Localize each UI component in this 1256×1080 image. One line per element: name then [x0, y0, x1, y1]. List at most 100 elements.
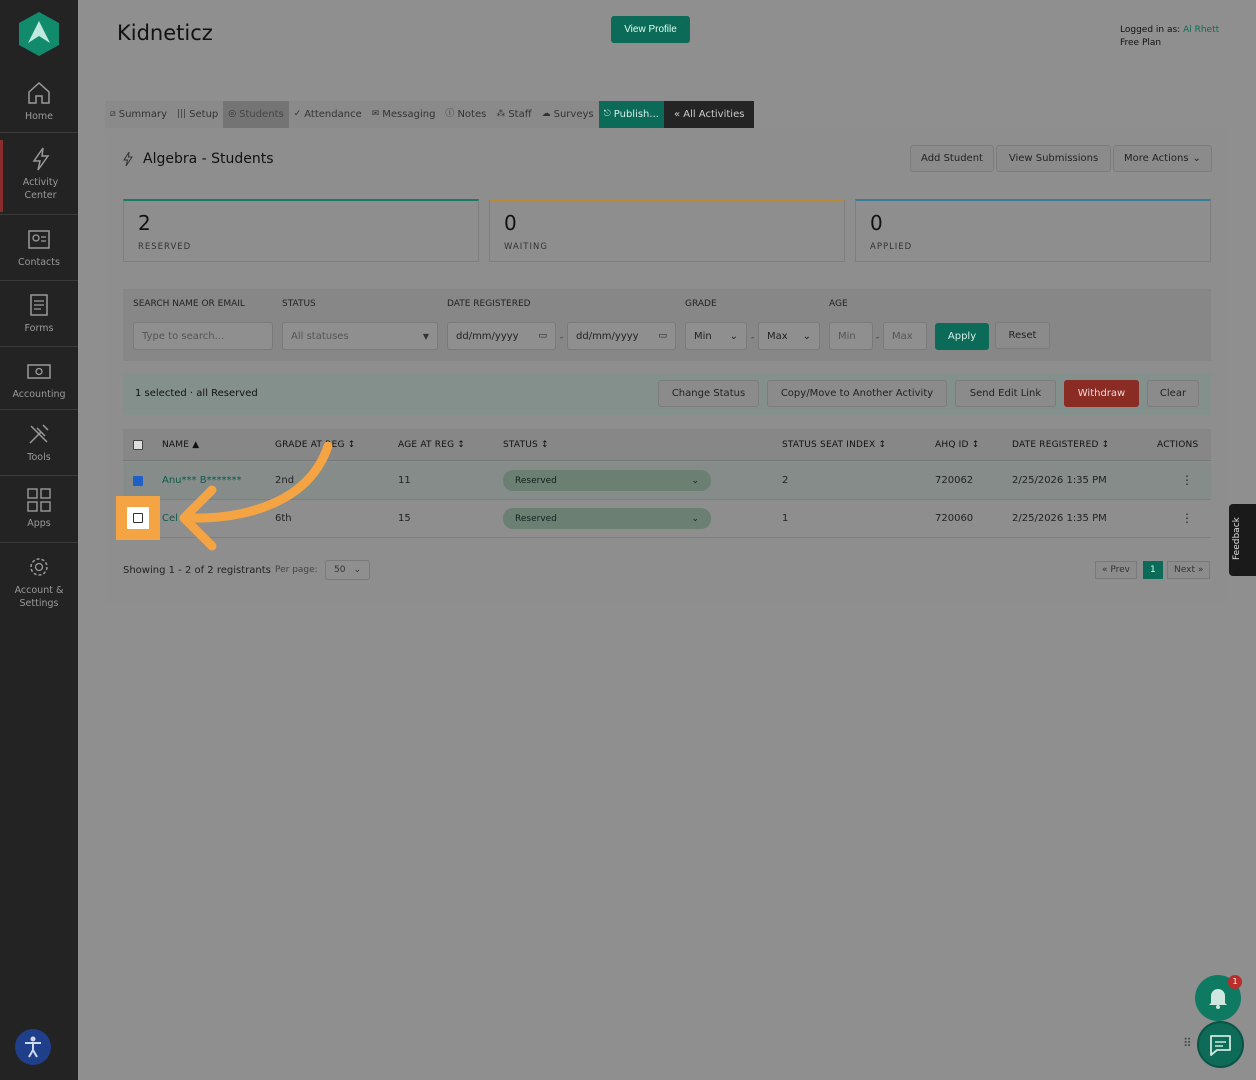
header-status[interactable]: STATUS ↕: [503, 440, 549, 450]
grade-min-value: Min: [694, 330, 712, 342]
tab-label: Publish...: [613, 109, 659, 120]
age-max-input[interactable]: Max: [883, 322, 927, 350]
header-date-registered[interactable]: DATE REGISTERED ↕: [1012, 440, 1109, 450]
tab-attendance[interactable]: ✓ Attendance: [288, 101, 367, 128]
more-actions-button[interactable]: More Actions ⌄: [1113, 145, 1212, 172]
accessibility-icon: [25, 1036, 41, 1058]
send-edit-link-button[interactable]: Send Edit Link: [955, 380, 1056, 407]
header-seat-index[interactable]: STATUS SEAT INDEX ↕: [782, 440, 886, 450]
sidebar-item-account-settings[interactable]: Account & Settings: [0, 554, 78, 610]
applied-card[interactable]: 0 APPLIED: [855, 199, 1211, 262]
status-value: Reserved: [515, 513, 557, 524]
reset-button[interactable]: Reset: [995, 322, 1050, 349]
age-min-input[interactable]: Min: [829, 322, 873, 350]
waiting-card[interactable]: 0 WAITING: [489, 199, 845, 262]
row-checkbox[interactable]: [133, 513, 143, 523]
next-page-button[interactable]: Next »: [1167, 561, 1211, 579]
reserved-count: 2: [138, 211, 151, 235]
status-label: STATUS: [282, 299, 316, 309]
tab-publish[interactable]: ⎋ Publish...: [598, 101, 664, 128]
tab-students[interactable]: ◎ Students: [223, 101, 289, 128]
prev-page-button[interactable]: « Prev: [1095, 561, 1138, 579]
sidebar-item-label: Account & Settings: [14, 585, 64, 609]
date-to-input[interactable]: dd/mm/yyyy ▭: [567, 322, 676, 350]
tab-summary[interactable]: ⧄ Summary: [105, 101, 173, 128]
row-actions-icon[interactable]: ⋮: [1181, 512, 1193, 524]
view-submissions-button[interactable]: View Submissions: [996, 145, 1111, 172]
chevron-down-icon: ⌄: [691, 513, 699, 524]
chat-button[interactable]: [1197, 1021, 1244, 1068]
seat-index-cell: 2: [782, 475, 789, 486]
grade-max-value: Max: [767, 330, 788, 342]
tab-label: Summary: [118, 109, 168, 120]
feedback-tab[interactable]: Feedback: [1229, 504, 1256, 576]
feedback-label: Feedback: [1232, 517, 1242, 560]
tab-notes[interactable]: ⓘ Notes: [440, 101, 492, 128]
sidebar-item-home[interactable]: Home: [0, 80, 78, 123]
tab-all-activities[interactable]: « All Activities: [663, 101, 755, 128]
withdraw-button[interactable]: Withdraw: [1064, 380, 1139, 407]
chevron-down-icon: ⌄: [729, 330, 738, 342]
home-icon: [28, 81, 50, 104]
sidebar-item-activity-center[interactable]: Activity Center: [0, 140, 78, 212]
status-select[interactable]: All statuses ▼: [282, 322, 438, 350]
tab-messaging[interactable]: ✉ Messaging: [366, 101, 441, 128]
grade-max-select[interactable]: Max ⌄: [758, 322, 820, 350]
chevron-down-icon: ⌄: [353, 565, 361, 575]
search-label: SEARCH NAME OR EMAIL: [133, 299, 245, 309]
sidebar-item-contacts[interactable]: Contacts: [0, 226, 78, 269]
copy-move-button[interactable]: Copy/Move to Another Activity: [767, 380, 947, 407]
seat-index-cell: 1: [782, 513, 789, 524]
row-actions-icon[interactable]: ⋮: [1181, 474, 1193, 486]
per-page-select[interactable]: 50 ⌄: [325, 560, 370, 580]
apply-button[interactable]: Apply: [935, 323, 989, 350]
header-actions: ACTIONS: [1157, 440, 1199, 450]
gear-icon: [30, 558, 48, 576]
sidebar-item-forms[interactable]: Forms: [0, 292, 78, 335]
sidebar-item-apps[interactable]: Apps: [0, 487, 78, 530]
clear-button[interactable]: Clear: [1147, 380, 1199, 407]
header-age[interactable]: AGE AT REG ↕: [398, 440, 465, 450]
check-icon: ✓: [293, 109, 302, 119]
status-value: Reserved: [515, 475, 557, 486]
row-checkbox[interactable]: [133, 476, 143, 486]
tab-setup[interactable]: ||| Setup: [172, 101, 224, 128]
info-icon: ⓘ: [445, 109, 455, 119]
tab-surveys[interactable]: ☁ Surveys: [536, 101, 599, 128]
filter-bar: SEARCH NAME OR EMAIL Type to search... S…: [123, 289, 1211, 361]
search-input[interactable]: Type to search...: [133, 322, 273, 350]
tab-label: « All Activities: [673, 109, 745, 120]
sidebar-item-tools[interactable]: Tools: [0, 421, 78, 464]
select-all-checkbox[interactable]: [133, 440, 143, 450]
change-status-button[interactable]: Change Status: [658, 380, 759, 407]
header-ahq-id[interactable]: AHQ ID ↕: [935, 440, 979, 450]
cloud-icon: ☁: [541, 109, 551, 119]
sidebar-item-label: Forms: [24, 323, 54, 334]
tab-staff[interactable]: ⁂ Staff: [491, 101, 537, 128]
status-dropdown[interactable]: Reserved ⌄: [503, 508, 711, 529]
page-1-button[interactable]: 1: [1143, 561, 1163, 579]
age-cell: 11: [398, 475, 411, 486]
search-placeholder: Type to search...: [142, 330, 225, 342]
sidebar-item-label: Apps: [27, 518, 51, 529]
drag-handle-icon[interactable]: ⠿: [1183, 1037, 1193, 1049]
sidebar-item-label: Home: [24, 111, 54, 122]
grade-min-select[interactable]: Min ⌄: [685, 322, 747, 350]
staff-icon: ⁂: [496, 109, 506, 119]
sidebar-item-accounting[interactable]: Accounting: [0, 358, 78, 401]
status-dropdown[interactable]: Reserved ⌄: [503, 470, 711, 491]
age-cell: 15: [398, 513, 411, 524]
more-actions-label: More Actions: [1124, 153, 1189, 164]
app-logo-icon[interactable]: [19, 12, 59, 60]
reserved-card[interactable]: 2 RESERVED: [123, 199, 479, 262]
date-from-input[interactable]: dd/mm/yyyy ▭: [447, 322, 556, 350]
accessibility-button[interactable]: [15, 1029, 51, 1065]
activity-tabs: ⧄ Summary ||| Setup ◎ Students ✓ Attendance …: [105, 101, 755, 128]
add-student-button[interactable]: Add Student: [910, 145, 994, 172]
sidebar-item-label: Contacts: [18, 257, 60, 268]
view-profile-button[interactable]: View Profile: [611, 16, 690, 43]
applied-count: 0: [870, 211, 883, 235]
chat-icon: [1210, 1035, 1231, 1056]
page-title: Kidneticz: [117, 21, 213, 45]
user-link[interactable]: Al Rhett: [1183, 25, 1219, 35]
